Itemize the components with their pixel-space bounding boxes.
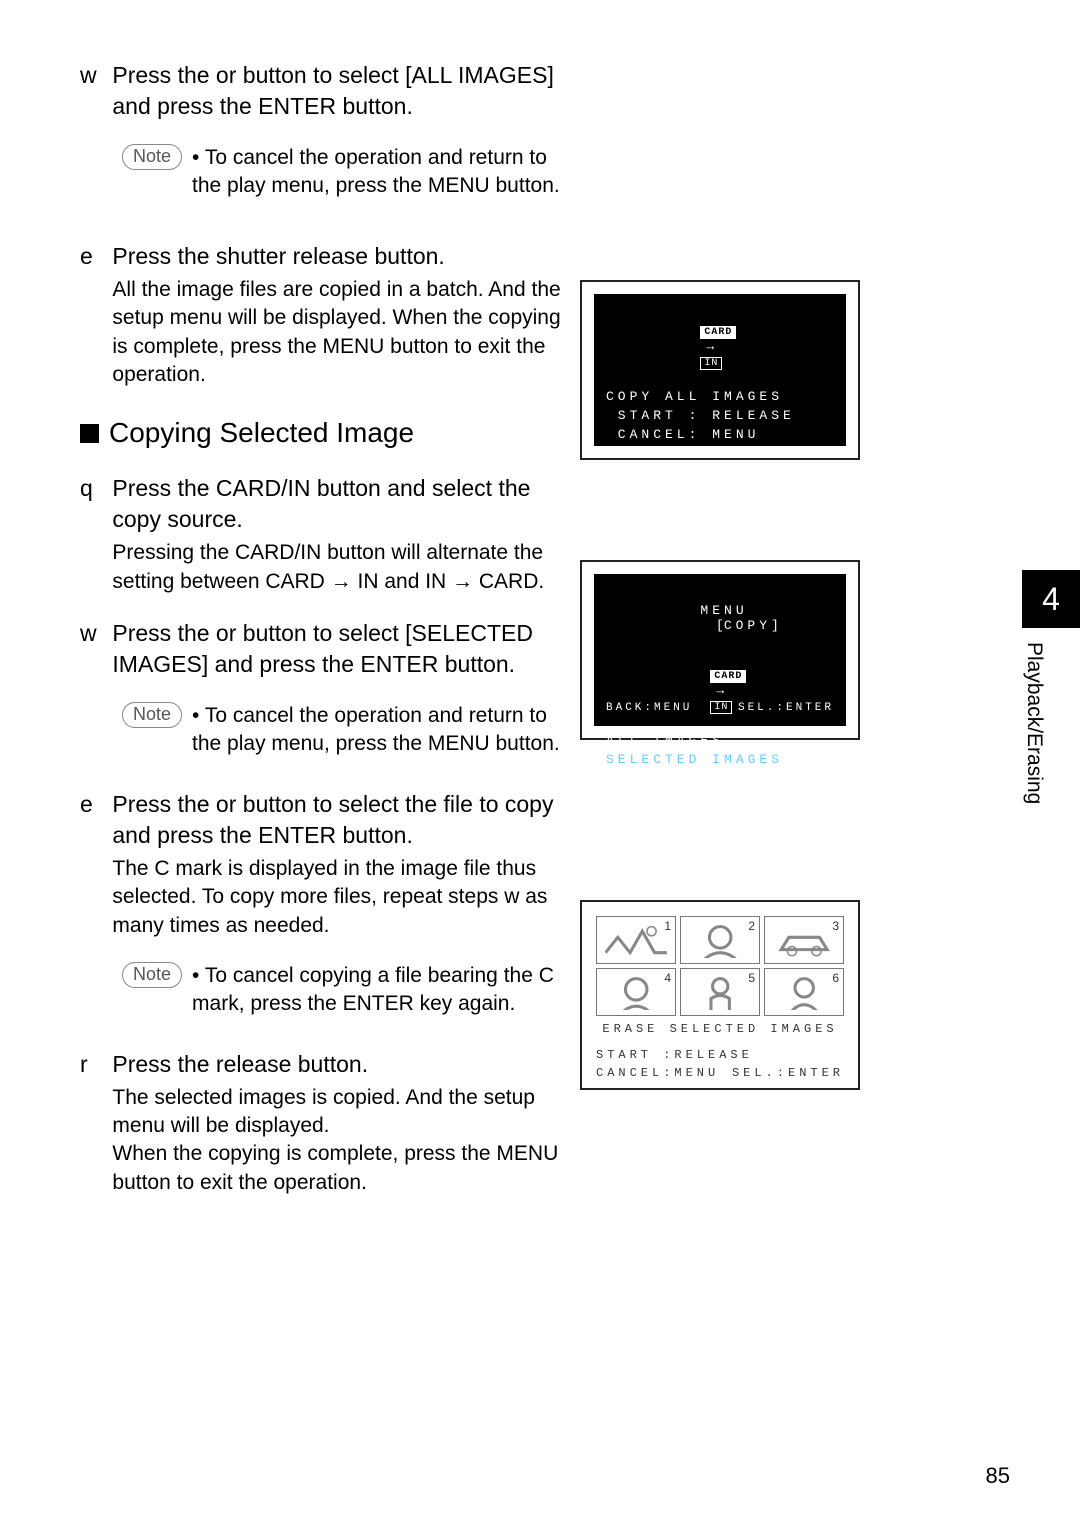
panel3-sel: SEL.:ENTER bbox=[732, 1066, 844, 1080]
screen-copy-menu: MENU [COPY] CARD → IN ALL IMAGES SELECTE… bbox=[580, 560, 860, 740]
step-sub: The selected images is copied. And the s… bbox=[112, 1084, 572, 1197]
step-marker: w bbox=[80, 618, 106, 649]
thumbnail-grid: 1 2 3 4 5 6 bbox=[596, 916, 844, 1016]
face-icon bbox=[689, 922, 751, 959]
in-tag: IN bbox=[700, 357, 722, 370]
lcd-line: START : RELEASE bbox=[606, 408, 834, 423]
step-sub: All the image files are copied in a batc… bbox=[112, 276, 572, 389]
note-badge: Note bbox=[122, 144, 182, 170]
lcd-footer-sel: SEL.:ENTER bbox=[738, 702, 834, 714]
step-marker: e bbox=[80, 789, 106, 820]
card-tag: CARD bbox=[710, 670, 746, 683]
lcd-card-in-row: CARD → IN bbox=[606, 652, 834, 729]
screen-copy-all-images: CARD → IN COPY ALL IMAGES START : RELEAS… bbox=[580, 280, 860, 460]
step-e-shutter: e Press the shutter release button. All … bbox=[80, 241, 580, 389]
note-badge: Note bbox=[122, 962, 182, 988]
lcd-menu-label: MENU bbox=[700, 603, 747, 618]
square-bullet-icon bbox=[80, 424, 99, 443]
step-r-release: r Press the release button. The selected… bbox=[80, 1049, 580, 1197]
chapter-tab: 4 Playback/Erasing bbox=[1022, 570, 1080, 880]
thumb-num: 5 bbox=[748, 971, 755, 985]
thumb-num: 1 bbox=[664, 919, 671, 933]
lcd-line: CANCEL: MENU bbox=[606, 427, 834, 442]
thumb-num: 2 bbox=[748, 919, 755, 933]
step-main: Press the shutter release button. bbox=[112, 243, 444, 269]
step-main: Press the or button to select the file t… bbox=[112, 791, 553, 848]
chapter-label: Playback/Erasing bbox=[1022, 628, 1046, 804]
thumb-num: 4 bbox=[664, 971, 671, 985]
portrait-icon bbox=[773, 974, 835, 1011]
step-marker: q bbox=[80, 473, 106, 504]
heading-text: Copying Selected Image bbox=[109, 417, 414, 449]
thumbnail-3: 3 bbox=[764, 916, 844, 964]
landscape-icon bbox=[605, 922, 667, 959]
thumbnail-1: 1 bbox=[596, 916, 676, 964]
lcd-menu-item-all: ALL IMAGES bbox=[606, 733, 834, 748]
thumb-num: 6 bbox=[832, 971, 839, 985]
step-body: Press the or button to select the file t… bbox=[112, 789, 572, 940]
lcd-footer-back: BACK:MENU bbox=[606, 702, 692, 714]
step-main: Press the CARD/IN button and select the … bbox=[112, 475, 530, 532]
note-badge: Note bbox=[122, 702, 182, 728]
face-icon bbox=[605, 974, 667, 1011]
lcd-copy-label: COPY bbox=[724, 618, 771, 633]
step-text: Press the or button to select [ALL IMAGE… bbox=[112, 60, 572, 122]
thumb-num: 3 bbox=[832, 919, 839, 933]
manual-page: w Press the or button to select [ALL IMA… bbox=[0, 0, 1080, 1529]
lcd-card-in-row: CARD → IN bbox=[606, 308, 834, 385]
car-icon bbox=[773, 922, 835, 959]
panel3-cancel: CANCEL:MENU bbox=[596, 1066, 719, 1080]
person-icon bbox=[689, 974, 751, 1011]
lcd-menu-item-selected: SELECTED IMAGES bbox=[606, 752, 834, 767]
step-marker: e bbox=[80, 241, 106, 272]
lcd-header-row: MENU [COPY] bbox=[606, 588, 834, 648]
section-heading-copying-selected: Copying Selected Image bbox=[80, 417, 580, 449]
step-e-select-file: e Press the or button to select the file… bbox=[80, 789, 580, 940]
panel3-start: START :RELEASE bbox=[596, 1048, 753, 1062]
step-body: Press the CARD/IN button and select the … bbox=[112, 473, 572, 596]
lcd-line: COPY ALL IMAGES bbox=[606, 389, 834, 404]
step-marker: r bbox=[80, 1049, 106, 1080]
page-number: 85 bbox=[986, 1463, 1010, 1489]
step-body: Press the shutter release button. All th… bbox=[112, 241, 572, 389]
note-2: Note • To cancel the operation and retur… bbox=[122, 702, 580, 759]
step-main: Press the release button. bbox=[112, 1051, 368, 1077]
step-text: Press the or button to select [SELECTED … bbox=[112, 618, 572, 680]
text-column: w Press the or button to select [ALL IMA… bbox=[80, 60, 580, 1197]
step-marker: w bbox=[80, 60, 106, 91]
note-1: Note • To cancel the operation and retur… bbox=[122, 144, 580, 201]
thumbnail-5: 5 bbox=[680, 968, 760, 1016]
note-text: • To cancel the operation and return to … bbox=[192, 144, 572, 201]
panel3-title: ERASE SELECTED IMAGES bbox=[596, 1022, 844, 1036]
chapter-number: 4 bbox=[1022, 570, 1080, 628]
step-w-all-images: w Press the or button to select [ALL IMA… bbox=[80, 60, 580, 122]
note-text: • To cancel copying a file bearing the C… bbox=[192, 962, 572, 1019]
step-q-card-in: q Press the CARD/IN button and select th… bbox=[80, 473, 580, 596]
step-w-selected-images: w Press the or button to select [SELECTE… bbox=[80, 618, 580, 680]
note-text: • To cancel the operation and return to … bbox=[192, 702, 572, 759]
note-3: Note • To cancel copying a file bearing … bbox=[122, 962, 580, 1019]
thumbnail-2: 2 bbox=[680, 916, 760, 964]
thumbnail-6: 6 bbox=[764, 968, 844, 1016]
lcd-display-2: MENU [COPY] CARD → IN ALL IMAGES SELECTE… bbox=[594, 574, 846, 726]
arrow-right-icon: → bbox=[706, 339, 714, 354]
thumbnail-4: 4 bbox=[596, 968, 676, 1016]
card-tag: CARD bbox=[700, 326, 736, 339]
step-sub: Pressing the CARD/IN button will alterna… bbox=[112, 539, 572, 596]
lcd-footer: BACK:MENU SEL.:ENTER bbox=[606, 702, 834, 714]
step-body: Press the release button. The selected i… bbox=[112, 1049, 572, 1197]
arrow-right-icon: → bbox=[716, 683, 724, 698]
screen-erase-selected: 1 2 3 4 5 6 ERASE SE bbox=[580, 900, 860, 1090]
lcd-display-1: CARD → IN COPY ALL IMAGES START : RELEAS… bbox=[594, 294, 846, 446]
step-sub: The C mark is displayed in the image fil… bbox=[112, 855, 572, 940]
